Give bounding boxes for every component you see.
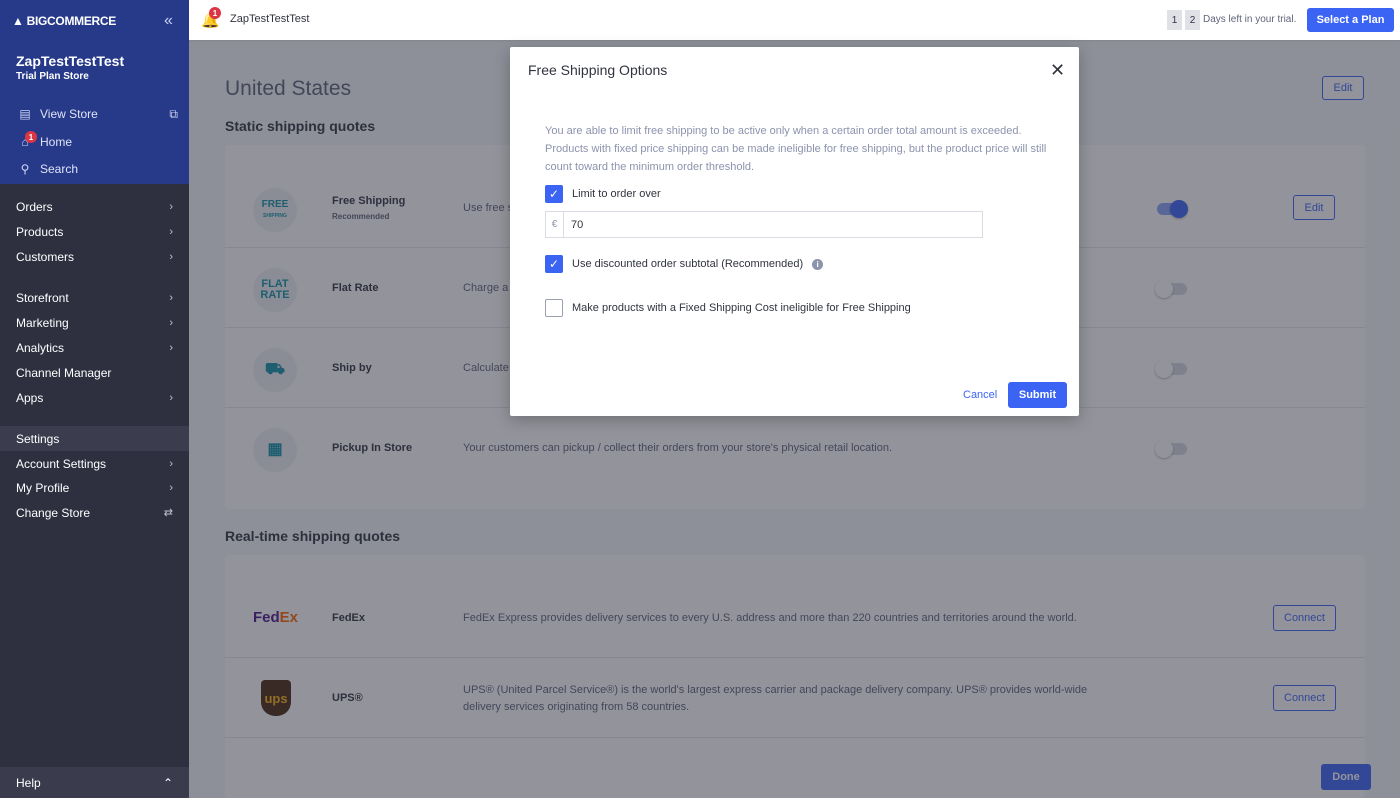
sidebar-header: ▲ BIGCOMMERCE « ZapTestTestTest Trial Pl…	[0, 0, 189, 184]
link-label: View Store	[40, 107, 98, 121]
store-plan: Trial Plan Store	[16, 71, 89, 82]
free-shipping-options-modal: Free Shipping Options ✕ You are able to …	[510, 47, 1079, 416]
chevron-right-icon: ›	[169, 250, 173, 263]
bigcommerce-logo[interactable]: ▲ BIGCOMMERCE	[12, 14, 116, 28]
notification-badge: 1	[209, 7, 221, 19]
sidebar-link-home[interactable]: ⌂ 1 Home	[18, 131, 73, 152]
discounted-checkbox[interactable]: ✓	[545, 255, 563, 273]
logo-text: BIGCOMMERCE	[26, 14, 117, 28]
chevron-right-icon: ›	[169, 291, 173, 304]
notification-bell-icon[interactable]: 🔔 1	[201, 7, 221, 29]
nav-label: Settings	[16, 431, 60, 446]
nav-label: Marketing	[16, 315, 69, 330]
currency-prefix: €	[546, 212, 564, 237]
help-label: Help	[16, 775, 41, 790]
chevron-right-icon: ›	[169, 341, 173, 354]
sidebar-item-customers[interactable]: Customers ›	[0, 244, 189, 269]
chevron-right-icon: ›	[169, 200, 173, 213]
nav-label: Storefront	[16, 290, 69, 305]
order-amount-field[interactable]: €	[545, 211, 983, 238]
chevron-up-icon: ⌃	[162, 775, 173, 790]
close-icon[interactable]: ✕	[1050, 60, 1065, 81]
chevron-right-icon: ›	[169, 457, 173, 470]
chevron-right-icon: ›	[169, 225, 173, 238]
nav-label: Customers	[16, 249, 75, 264]
storefront-icon: ▤	[19, 107, 31, 121]
modal-description: You are able to limit free shipping to b…	[545, 125, 1047, 173]
sidebar-link-view-store[interactable]: ▤ View Store ⧉	[18, 104, 178, 124]
sidebar-link-search[interactable]: ⚲ Search	[18, 159, 78, 179]
store-name: ZapTestTestTest	[230, 13, 310, 25]
fixed-cost-checkbox-row[interactable]: Make products with a Fixed Shipping Cost…	[545, 299, 911, 317]
link-label: Search	[40, 162, 79, 176]
checkbox-label: Make products with a Fixed Shipping Cost…	[572, 302, 911, 314]
sidebar-item-apps[interactable]: Apps ›	[0, 385, 189, 410]
sidebar-item-change-store[interactable]: Change Store ⇄	[0, 500, 189, 525]
top-bar: 🔔 1 ZapTestTestTest 1 2 Days left in your…	[189, 0, 1400, 40]
sidebar-item-channel-manager[interactable]: Channel Manager	[0, 360, 189, 385]
select-plan-button[interactable]: Select a Plan	[1307, 8, 1394, 32]
sidebar-item-account-settings[interactable]: Account Settings ›	[0, 451, 189, 476]
trial-text: Days left in your trial.	[1203, 14, 1297, 25]
nav-label: Channel Manager	[16, 365, 112, 380]
external-link-icon: ⧉	[169, 106, 178, 121]
nav-label: Account Settings	[16, 456, 107, 471]
nav-label: My Profile	[16, 480, 70, 495]
chevron-right-icon: ›	[169, 391, 173, 404]
home-badge: 1	[25, 131, 37, 143]
discounted-checkbox-row[interactable]: ✓ Use discounted order subtotal (Recommen…	[545, 255, 824, 273]
nav-label: Products	[16, 224, 64, 239]
nav-label: Analytics	[16, 340, 65, 355]
sidebar-item-orders[interactable]: Orders ›	[0, 194, 189, 219]
submit-button[interactable]: Submit	[1008, 382, 1067, 408]
sidebar-item-marketing[interactable]: Marketing ›	[0, 310, 189, 335]
limit-checkbox[interactable]: ✓	[545, 185, 563, 203]
home-icon: ⌂ 1	[18, 131, 37, 149]
collapse-sidebar-icon[interactable]: «	[164, 12, 173, 30]
search-icon: ⚲	[20, 162, 30, 176]
sidebar-item-storefront[interactable]: Storefront ›	[0, 285, 189, 310]
order-amount-input[interactable]	[564, 212, 982, 237]
link-label: Home	[40, 135, 73, 149]
chevron-right-icon: ›	[169, 481, 173, 494]
store-name: ZapTestTestTest	[16, 53, 125, 69]
sidebar: ▲ BIGCOMMERCE « ZapTestTestTest Trial Pl…	[0, 0, 189, 798]
sidebar-item-my-profile[interactable]: My Profile ›	[0, 475, 189, 500]
nav-label: Change Store	[16, 505, 91, 520]
cancel-button[interactable]: Cancel	[963, 389, 997, 401]
sidebar-item-products[interactable]: Products ›	[0, 219, 189, 244]
sidebar-item-analytics[interactable]: Analytics ›	[0, 335, 189, 360]
limit-checkbox-row[interactable]: ✓ Limit to order over	[545, 185, 661, 203]
sidebar-item-settings[interactable]: Settings	[0, 426, 189, 451]
swap-icon: ⇄	[163, 507, 173, 519]
checkbox-label: Use discounted order subtotal (Recommend…	[572, 258, 804, 270]
fixed-cost-checkbox[interactable]	[545, 299, 563, 317]
help-button[interactable]: Help ⌃	[0, 767, 189, 798]
trial-day-digit: 2	[1185, 10, 1200, 30]
chevron-right-icon: ›	[169, 316, 173, 329]
checkbox-label: Limit to order over	[572, 188, 661, 200]
nav-label: Apps	[16, 390, 44, 405]
modal-title: Free Shipping Options	[528, 62, 668, 78]
info-icon[interactable]: i	[812, 258, 824, 270]
trial-day-digit: 1	[1167, 10, 1182, 30]
nav-label: Orders	[16, 199, 53, 214]
